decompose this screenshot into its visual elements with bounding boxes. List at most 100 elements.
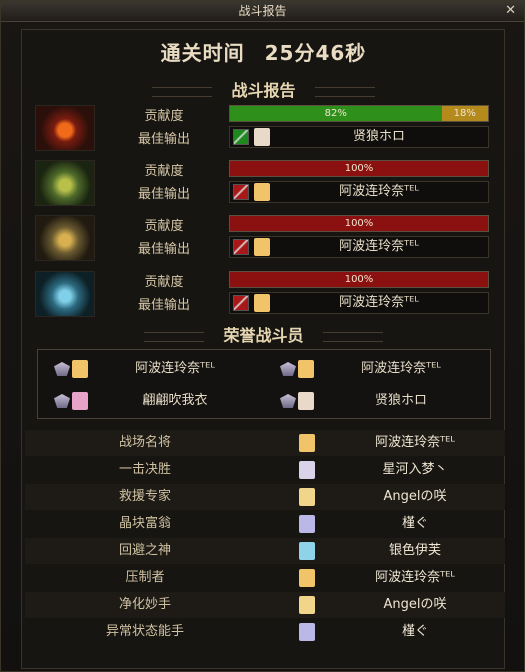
weapon-icon [233,239,249,255]
weapon-icon [233,295,249,311]
boss-row: 贡献度最佳输出 100% 阿波连玲奈ᵀᴱᴸ [31,213,493,263]
character-portrait-icon [72,360,88,378]
character-portrait-icon [299,488,315,506]
medal-icon [280,394,296,408]
contribution-segment: 18% [441,106,488,121]
honor-heading-text: 荣誉战斗员 [223,326,304,345]
clear-time-value: 25分46秒 [264,41,367,65]
clear-time-label: 通关时间 [160,41,245,65]
contribution-segment: 100% [230,272,488,287]
battle-report-heading-text: 战斗报告 [231,81,296,100]
best-output-label: 最佳输出 [137,242,190,257]
award-row[interactable]: 救援专家 Angelの咲 [25,484,505,510]
award-row[interactable]: 压制者 阿波连玲奈ᵀᴱᴸ [25,565,505,591]
award-title: 回避之神 [118,543,171,558]
award-row[interactable]: 晶块富翁 槿ぐ [25,511,505,537]
best-output-box: 阿波连玲奈ᵀᴱᴸ [229,292,489,314]
medal-icon [54,394,70,408]
character-portrait-icon [72,392,88,410]
boss-row: 贡献度最佳输出 100% 阿波连玲奈ᵀᴱᴸ [31,158,493,208]
character-portrait-icon [299,515,315,533]
medal-icon [54,362,70,376]
weapon-icon [233,184,249,200]
best-output-box: 贤狼ホロ [229,126,489,148]
contribution-bar: 100% [229,271,489,288]
best-output-name: 阿波连玲奈ᵀᴱᴸ [339,295,419,310]
honor-member-name: 阿波连玲奈ᵀᴱᴸ [361,361,441,376]
character-portrait-icon [254,294,270,312]
award-row[interactable]: 一击决胜 星河入梦丶 [25,457,505,483]
character-portrait-icon [254,183,270,201]
honor-member[interactable]: 阿波连玲奈ᵀᴱᴸ [44,356,264,384]
award-title: 战场名将 [118,435,171,450]
award-title: 一击决胜 [118,462,171,477]
contribution-label: 贡献度 [144,109,184,124]
window-title: 战斗报告 [238,4,287,18]
green-horned-mask-icon [35,160,95,206]
ornament-right-icon [315,86,376,97]
honor-member[interactable]: 贤狼ホロ [270,388,490,416]
character-portrait-icon [299,434,315,452]
award-player-name: 银色伊芙 [388,543,441,558]
ornament-right-icon [323,331,384,342]
award-row[interactable]: 回避之神 银色伊芙 [25,538,505,564]
clear-time: 通关时间 25分46秒 [1,37,525,66]
award-player-name: Angelの咲 [383,489,447,504]
honor-heading: 荣誉战斗员 [1,322,525,346]
contribution-segment: 82% [230,106,442,121]
ornament-left-icon [143,331,204,342]
award-player-name: 阿波连玲奈ᵀᴱᴸ [375,570,455,585]
gold-horned-mask-icon [35,215,95,261]
weapon-icon [233,129,249,145]
character-portrait-icon [299,596,315,614]
best-output-label: 最佳输出 [137,187,190,202]
best-output-label: 最佳输出 [137,132,190,147]
award-player-name: 阿波连玲奈ᵀᴱᴸ [375,435,455,450]
character-portrait-icon [254,238,270,256]
award-player-name: Angelの咲 [383,597,447,612]
best-output-name: 阿波连玲奈ᵀᴱᴸ [339,239,419,254]
character-portrait-icon [299,569,315,587]
honor-member-name: 阿波连玲奈ᵀᴱᴸ [135,361,215,376]
character-portrait-icon [254,128,270,146]
close-icon[interactable]: ✕ [505,1,516,21]
award-title: 净化妙手 [118,597,171,612]
award-player-name: 槿ぐ [401,624,428,639]
character-portrait-icon [299,461,315,479]
award-row[interactable]: 净化妙手 Angelの咲 [25,592,505,618]
honor-member[interactable]: 翩翩吹我衣 [44,388,264,416]
award-title: 救援专家 [118,489,171,504]
contribution-segment: 100% [230,216,488,231]
boss-row: 贡献度最佳输出 100% 阿波连玲奈ᵀᴱᴸ [31,269,493,319]
blue-horned-mask-icon [35,271,95,317]
award-row[interactable]: 战场名将 阿波连玲奈ᵀᴱᴸ [25,430,505,456]
honor-member-name: 贤狼ホロ [374,393,427,408]
best-output-box: 阿波连玲奈ᵀᴱᴸ [229,236,489,258]
award-player-name: 槿ぐ [401,516,428,531]
award-title: 异常状态能手 [105,624,184,639]
best-output-label: 最佳输出 [137,298,190,313]
award-row[interactable]: 异常状态能手 槿ぐ [25,619,505,645]
character-portrait-icon [299,542,315,560]
award-title: 压制者 [125,570,165,585]
award-title: 晶块富翁 [118,516,171,531]
contribution-label: 贡献度 [144,275,184,290]
honor-member[interactable]: 阿波连玲奈ᵀᴱᴸ [270,356,490,384]
best-output-box: 阿波连玲奈ᵀᴱᴸ [229,181,489,203]
contribution-label: 贡献度 [144,164,184,179]
red-flame-mask-icon [35,105,95,151]
character-portrait-icon [299,623,315,641]
window-titlebar[interactable]: 战斗报告 ✕ [1,1,524,22]
contribution-bar: 100% [229,160,489,177]
character-portrait-icon [298,360,314,378]
boss-row: 贡献度最佳输出 82% 18% 贤狼ホロ [31,103,493,153]
honor-member-name: 翩翩吹我衣 [142,393,208,408]
best-output-name: 贤狼ホロ [352,129,405,144]
contribution-label: 贡献度 [144,219,184,234]
medal-icon [280,362,296,376]
battle-report-window: 战斗报告 ✕ 通关时间 25分46秒 战斗报告 贡献度 最佳输出 82% 18% 贤狼ホ… [0,0,525,672]
contribution-bar: 100% [229,215,489,232]
battle-report-heading: 战斗报告 [1,77,525,101]
character-portrait-icon [298,392,314,410]
contribution-segment: 100% [230,161,488,176]
